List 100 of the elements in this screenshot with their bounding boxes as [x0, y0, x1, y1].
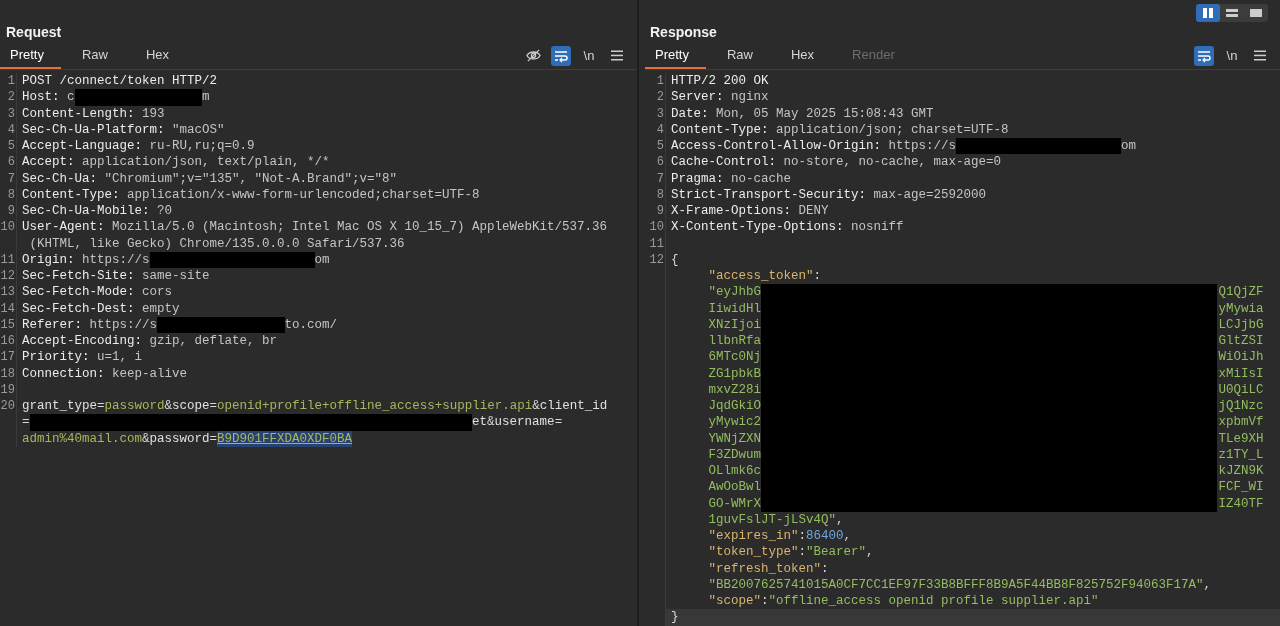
header-name: Referer: — [22, 316, 83, 333]
line-number: 5 — [7, 139, 15, 153]
line-number: 1 — [656, 74, 664, 88]
header-value: Mon, 05 May 2025 15:08:43 GMT — [716, 105, 934, 122]
header-value: https://s — [89, 316, 158, 333]
header-name: Sec-Fetch-Dest: — [22, 300, 136, 317]
line-number: 8 — [656, 187, 664, 202]
header-name: Connection: — [22, 365, 106, 382]
json-string: FCF_WI — [1218, 479, 1264, 496]
rows-icon — [1226, 8, 1238, 18]
param-name: password — [149, 430, 210, 447]
json-string: "Bearer" — [806, 544, 867, 561]
header-name: Server: — [671, 89, 725, 106]
line-number: 12 — [0, 269, 15, 283]
json-key: "refresh_token" — [708, 560, 822, 577]
json-string: GO-WMrX — [708, 495, 761, 512]
json-string: llbnRfa — [708, 333, 761, 350]
json-key: "expires_in" — [708, 528, 799, 545]
line-number: 15 — [0, 317, 15, 332]
json-string: LCJjbG — [1218, 316, 1264, 333]
header-value: DENY — [798, 203, 829, 220]
header-name: Accept: — [22, 154, 76, 171]
single-pane-icon — [1250, 8, 1262, 18]
json-string: kJZN9K — [1218, 463, 1264, 480]
header-name: Sec-Ch-Ua-Mobile: — [22, 203, 151, 220]
line-number: 2 — [656, 90, 664, 105]
punctuation: } — [671, 609, 679, 626]
punctuation: : — [798, 544, 807, 561]
header-name: Accept-Language: — [22, 138, 144, 155]
header-name: Host: — [22, 89, 61, 106]
json-string: "offline_access openid profile supplier.api" — [768, 593, 1099, 610]
punctuation: & — [532, 398, 540, 415]
punctuation: : — [821, 560, 829, 577]
tab[interactable]: Raw — [716, 42, 770, 69]
header-name: Sec-Ch-Ua: — [22, 170, 98, 187]
header-value: m — [202, 89, 210, 106]
punctuation: = — [209, 398, 218, 415]
newline-toggle[interactable]: \n — [579, 45, 599, 66]
header-name: Content-Type: — [671, 121, 770, 138]
line-number: 11 — [0, 252, 15, 267]
line-number: 6 — [7, 155, 15, 170]
header-value: 193 — [142, 105, 165, 122]
punctuation: & — [164, 398, 173, 415]
json-string: TLe9XH — [1218, 430, 1264, 447]
param-value: openid+profile+offline_access+supplier.api — [217, 398, 533, 415]
header-value: ?0 — [157, 203, 173, 220]
tab[interactable]: Pretty — [645, 42, 706, 69]
header-name: X-Content-Type-Options: — [671, 219, 845, 236]
header-name: Sec-Fetch-Mode: — [22, 284, 136, 301]
header-value: nginx — [731, 89, 769, 106]
line-number: 13 — [0, 285, 15, 300]
line-number: 14 — [0, 301, 15, 316]
columns-icon — [1202, 8, 1214, 18]
tab[interactable]: Hex — [781, 42, 832, 69]
line-number: 20 — [0, 399, 15, 413]
line-number: 6 — [656, 155, 664, 170]
request-line: POST /connect/token HTTP/2 — [22, 73, 218, 90]
json-string: WiOiJh — [1218, 349, 1264, 366]
header-value: empty — [142, 300, 180, 317]
header-value: no-store, no-cache, max-age=0 — [783, 154, 1002, 171]
line-number: 12 — [649, 252, 664, 267]
punctuation: & — [142, 430, 150, 447]
json-string: 1guvFslJT-jLSv4Q" — [708, 511, 837, 528]
wrap-lines-icon[interactable] — [551, 45, 571, 66]
newline-toggle[interactable]: \n — [1222, 45, 1242, 66]
header-value: cors — [142, 284, 173, 301]
header-value: to.com/ — [284, 316, 338, 333]
tab[interactable]: Raw — [71, 42, 125, 69]
header-value: gzip, deflate, br — [149, 333, 278, 350]
json-key: "access_token" — [708, 268, 814, 285]
json-string: z1TY_L — [1218, 446, 1264, 463]
json-string: 6MTc0Nj — [708, 349, 761, 366]
header-value: application/json; charset=UTF-8 — [776, 121, 1009, 138]
header-value: u=1, i — [97, 349, 143, 366]
json-string: ZG1pbkB — [708, 365, 761, 382]
json-string: mxvZ28i — [708, 381, 761, 398]
json-string: "BB2007625741015A0CF7CC1EF97F33B8BFFF8B9A5F44BB8F825752F94063F17A" — [708, 576, 1204, 593]
header-name: Date: — [671, 105, 710, 122]
line-number: 3 — [7, 106, 15, 121]
param-value: password — [104, 398, 165, 415]
header-name: Sec-Ch-Ua-Platform: — [22, 121, 166, 138]
tab[interactable]: Hex — [136, 42, 187, 69]
request-line: HTTP/2 200 OK — [671, 73, 769, 90]
line-number: 7 — [656, 171, 664, 186]
json-string: GltZSI — [1218, 333, 1264, 350]
columns-layout-button[interactable] — [1196, 4, 1220, 22]
json-string: IiwidHl — [708, 300, 761, 317]
header-name: Accept-Encoding: — [22, 333, 144, 350]
json-string: YWNjZXN — [708, 430, 761, 447]
line-number: 11 — [649, 236, 664, 251]
line-number: 2 — [7, 90, 15, 105]
wrap-lines-icon[interactable] — [1194, 45, 1214, 66]
line-number: 7 — [7, 171, 15, 186]
json-string: xMiIsI — [1218, 365, 1264, 382]
header-value: (KHTML, like Gecko) Chrome/135.0.0.0 Safari/537.36 — [28, 235, 405, 252]
tab[interactable]: Pretty — [0, 42, 61, 69]
line-number: 1 — [7, 74, 15, 88]
punctuation: { — [671, 251, 679, 268]
json-string: xpbmVf — [1218, 414, 1264, 431]
param-name: scope — [172, 398, 210, 415]
